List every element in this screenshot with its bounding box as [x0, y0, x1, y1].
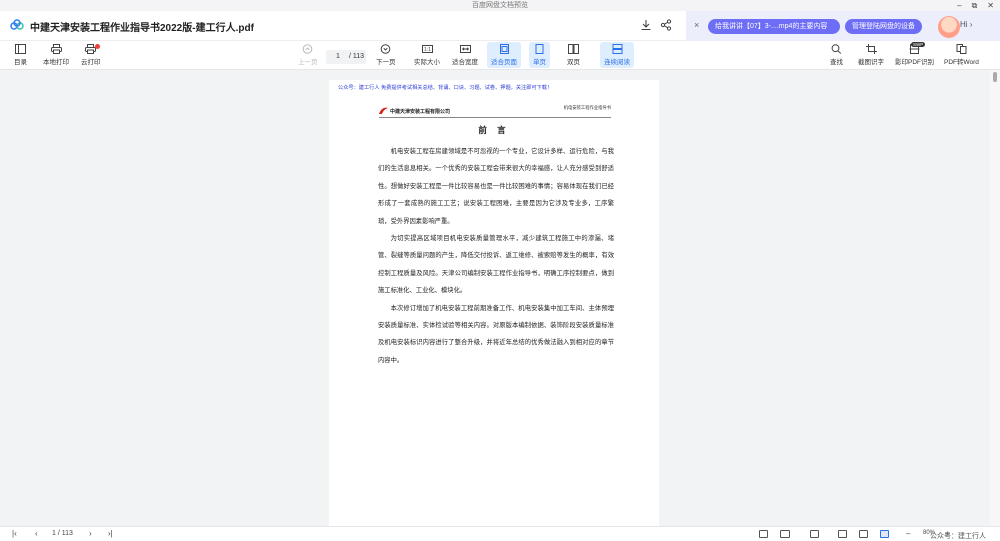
status-page-indicator[interactable]: 1 / 113	[52, 530, 73, 537]
header-rule	[379, 117, 611, 118]
notification-dot	[95, 44, 100, 49]
continuous-read-button[interactable]: 连续阅读	[600, 42, 634, 68]
restore-button[interactable]: ⧉	[972, 0, 978, 11]
search-button[interactable]: 查找	[830, 44, 843, 66]
paragraph: 本次修订增加了机电安装工程前期准备工作、机电安装集中加工车间、主体预埋安装质量标…	[378, 304, 614, 364]
double-page-icon	[568, 44, 579, 54]
svg-text:1:1: 1:1	[424, 47, 431, 53]
prev-page-button[interactable]: 上一页	[298, 44, 318, 66]
scan-pdf-button[interactable]: 影印PDF识别	[895, 44, 934, 66]
next-page-button[interactable]: 下一页	[376, 44, 396, 66]
status-fit-page-icon[interactable]	[880, 530, 889, 538]
paragraph: 为切实提高区域项目机电安装质量管理水平，减少建筑工程施工中的渗漏、堵管、裂缝等质…	[378, 235, 614, 295]
company-logo-mark-icon	[379, 107, 388, 114]
fit-width-button[interactable]: 适合宽度	[452, 44, 478, 66]
actual-size-button[interactable]: 1:1 实际大小	[414, 44, 440, 66]
search-icon	[831, 44, 842, 54]
running-header: 机电安装工程作业指导书	[563, 105, 611, 110]
status-next-button[interactable]: ›	[89, 529, 92, 538]
app-header: 中建天津安装工程作业指导书2022版-建工行人.pdf × 给我讲讲【07】3-…	[0, 11, 1000, 41]
local-print-button[interactable]: 本地打印	[43, 44, 69, 66]
assistant-avatar[interactable]	[938, 16, 960, 38]
preface-body: 机电安装工程在房建领域是不可忽视的一个专业，它设计多样、运行危险，与我们的生活息…	[378, 143, 614, 369]
local-print-label: 本地打印	[43, 59, 69, 66]
last-page-button[interactable]: ›|	[108, 529, 113, 538]
actual-size-label: 实际大小	[414, 59, 440, 66]
single-page-button[interactable]: 单页	[529, 42, 550, 68]
window-title: 百度网盘文档预览	[472, 2, 528, 9]
ask-video-summary-pill[interactable]: 给我讲讲【07】3-....mp4的主要内容	[708, 19, 840, 34]
status-prev-button[interactable]: ‹	[35, 529, 38, 538]
search-label: 查找	[830, 59, 843, 66]
fit-page-icon	[499, 44, 509, 54]
close-window-button[interactable]: ✕	[987, 0, 994, 11]
status-single-page-icon[interactable]	[759, 530, 768, 538]
status-double-page-icon[interactable]	[780, 530, 790, 538]
baidu-netdisk-logo-icon	[10, 19, 24, 30]
actual-size-icon: 1:1	[421, 45, 433, 53]
pdf-to-word-button[interactable]: PDF转Word	[944, 44, 979, 66]
single-page-label: 单页	[533, 59, 546, 66]
status-continuous-icon[interactable]	[810, 530, 819, 538]
single-page-icon	[535, 44, 544, 54]
screenshot-ocr-button[interactable]: 截图识字	[858, 44, 884, 66]
scan-pdf-label: 影印PDF识别	[895, 59, 934, 66]
fit-width-label: 适合宽度	[452, 59, 478, 66]
fit-width-icon	[459, 45, 471, 53]
hi-button[interactable]: Hi ›	[960, 20, 972, 29]
watermark: 公众号：建工行人	[930, 533, 986, 540]
print-icon	[50, 44, 62, 54]
preface-heading: 前 言	[478, 125, 510, 135]
status-fit-width-icon[interactable]	[859, 530, 868, 538]
toc-label: 目录	[14, 59, 27, 66]
window-controls: – ⧉ ✕	[957, 0, 994, 11]
current-page: 1	[336, 53, 340, 60]
toc-icon	[15, 44, 26, 54]
new-badge: SWP	[911, 42, 926, 47]
scrollbar-thumb[interactable]	[993, 72, 997, 82]
manage-devices-pill[interactable]: 管理登陆网盘的设备	[845, 19, 922, 34]
promo-line: 公众号：建工行人 免费提供考试相关总结、背诵、口诀、习题、试卷、押题，关注即可下…	[338, 85, 553, 91]
document-title: 中建天津安装工程作业指导书2022版-建工行人.pdf	[30, 23, 254, 34]
pdf-to-word-icon	[956, 44, 967, 54]
zoom-out-button[interactable]: –	[906, 529, 910, 538]
screenshot-ocr-label: 截图识字	[858, 59, 884, 66]
paragraph: 机电安装工程在房建领域是不可忽视的一个专业，它设计多样、运行危险，与我们的生活息…	[378, 148, 614, 225]
fit-page-label: 适合页面	[491, 59, 517, 66]
first-page-button[interactable]: |‹	[12, 529, 17, 538]
share-icon[interactable]	[660, 19, 672, 31]
status-actual-size-icon[interactable]	[838, 530, 847, 538]
vertical-scrollbar[interactable]	[990, 70, 1000, 526]
company-logo-text: 中建天津安装工程有限公司	[390, 108, 451, 115]
continuous-read-label: 连续阅读	[604, 59, 630, 66]
status-bar: |‹ ‹ 1 / 113 › ›| – 80% +	[0, 526, 1000, 541]
double-page-button[interactable]: 双页	[567, 44, 580, 66]
cloud-print-label: 云打印	[81, 59, 101, 66]
company-logo: 中建天津安装工程有限公司	[379, 107, 450, 115]
panel-close-button[interactable]: ×	[694, 20, 699, 30]
toc-button[interactable]: 目录	[14, 44, 27, 66]
window-titlebar: 百度网盘文档预览 – ⧉ ✕	[0, 0, 1000, 11]
continuous-read-icon	[612, 44, 622, 54]
page-total: / 113	[349, 53, 365, 60]
fit-page-button[interactable]: 适合页面	[487, 42, 521, 68]
arrow-up-circle-icon	[302, 44, 313, 54]
screenshot-ocr-icon	[865, 44, 877, 54]
pdf-page: 公众号：建工行人 免费提供考试相关总结、背诵、口诀、习题、试卷、押题，关注即可下…	[329, 80, 659, 526]
document-viewport[interactable]: 公众号：建工行人 免费提供考试相关总结、背诵、口诀、习题、试卷、押题，关注即可下…	[0, 70, 990, 526]
double-page-label: 双页	[567, 59, 580, 66]
viewer-toolbar: 目录 本地打印 云打印 上一页 1 / 113 下一页 1:1 实际大小 适合宽…	[0, 41, 1000, 70]
assistant-panel: × 给我讲讲【07】3-....mp4的主要内容 管理登陆网盘的设备 Hi ›	[686, 11, 1000, 41]
pdf-to-word-label: PDF转Word	[944, 59, 979, 66]
prev-page-label: 上一页	[298, 59, 318, 66]
minimize-button[interactable]: –	[957, 0, 961, 11]
download-icon[interactable]	[640, 19, 652, 31]
next-page-label: 下一页	[376, 59, 396, 66]
arrow-down-circle-icon	[380, 44, 391, 54]
